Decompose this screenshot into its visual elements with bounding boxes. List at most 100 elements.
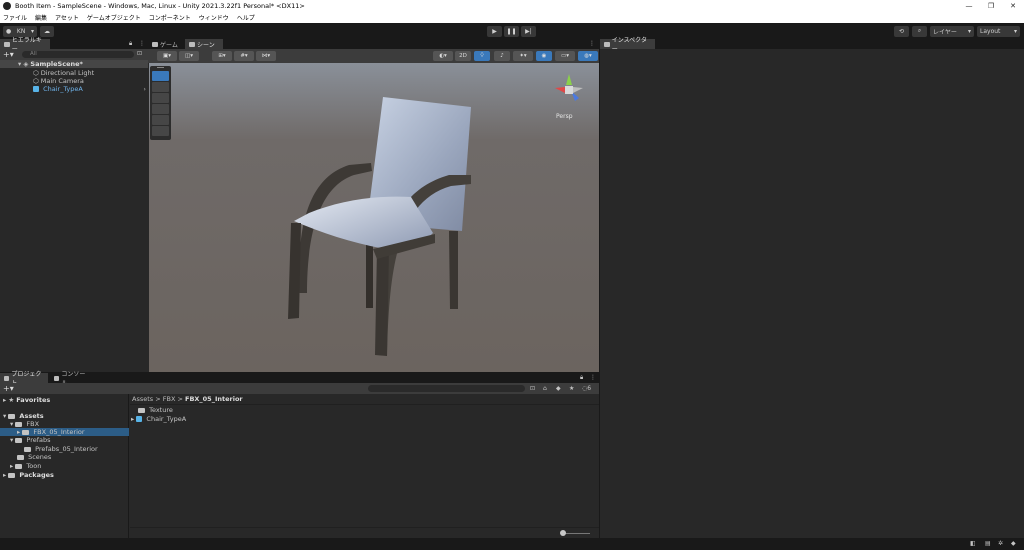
- view-tool-eye-icon[interactable]: [152, 71, 169, 81]
- menu-window[interactable]: ウィンドウ: [199, 13, 229, 22]
- scale-tool-icon[interactable]: [152, 104, 169, 114]
- search-button[interactable]: ⌕: [912, 25, 927, 37]
- menu-edit[interactable]: 編集: [35, 13, 47, 22]
- layout-dropdown[interactable]: Layout ▾: [977, 25, 1020, 37]
- lock-icon[interactable]: 🔒︎: [580, 374, 583, 382]
- step-button[interactable]: ▶|: [521, 25, 536, 37]
- camera-settings-dropdown[interactable]: ▭▾: [555, 51, 575, 61]
- hidden-packages-icon[interactable]: ◌6: [582, 385, 591, 392]
- close-button[interactable]: ✕: [1002, 2, 1024, 10]
- tab-console[interactable]: コンソール: [50, 371, 92, 387]
- favorite-icon[interactable]: ★: [569, 385, 574, 392]
- grid-snapping-dropdown[interactable]: #▾: [234, 51, 254, 61]
- lighting-toggle-icon[interactable]: 💡︎: [474, 51, 490, 61]
- scene-viewport[interactable]: Persp: [149, 63, 599, 372]
- rotate-tool-icon[interactable]: [152, 93, 169, 103]
- effects-dropdown[interactable]: ✦▾: [513, 51, 533, 61]
- hierarchy-item-main-camera[interactable]: ⬡ Main Camera: [33, 77, 84, 85]
- hierarchy-search-input[interactable]: All: [22, 51, 134, 58]
- folder-fbx[interactable]: ▾ FBX: [10, 420, 39, 428]
- hierarchy-item-chair[interactable]: Chair_TypeA ›: [33, 85, 146, 93]
- packages-row[interactable]: ▸ Packages: [3, 471, 54, 479]
- breadcrumb-current[interactable]: FBX_05_Interior: [185, 395, 243, 403]
- shading-mode-dropdown[interactable]: ◐▾: [433, 51, 453, 61]
- hierarchy-item-directional-light[interactable]: ⬡ Directional Light: [33, 69, 94, 77]
- assets-row[interactable]: ▾ Assets: [3, 412, 44, 420]
- tab-hierarchy[interactable]: ヒエラルキー: [0, 37, 50, 53]
- increment-snap-dropdown[interactable]: ⋈▾: [256, 51, 276, 61]
- scene-row[interactable]: ▾ ◈ SampleScene*: [0, 60, 148, 68]
- slider-handle[interactable]: [560, 530, 566, 536]
- filter-icon[interactable]: ⊡: [137, 50, 142, 57]
- expand-arrow-icon[interactable]: ▸: [3, 471, 6, 479]
- tag-icon[interactable]: ◆: [556, 385, 561, 392]
- favorites-row[interactable]: ▸ ★ Favorites: [3, 396, 50, 404]
- chevron-right-icon[interactable]: ›: [143, 85, 146, 93]
- search-by-type-icon[interactable]: ⊡: [530, 385, 535, 392]
- maximize-button[interactable]: ❐: [980, 2, 1002, 10]
- search-by-label-icon[interactable]: ⌂: [543, 385, 547, 392]
- tab-game[interactable]: ゲーム: [148, 39, 183, 49]
- pause-button[interactable]: ❚❚: [504, 25, 519, 37]
- chevron-down-icon: ▾: [30, 27, 34, 35]
- transform-tools-dropdown[interactable]: ⊞▾: [212, 51, 232, 61]
- breadcrumb-fbx[interactable]: FBX: [163, 395, 176, 403]
- folder-prefabs-05-interior[interactable]: Prefabs_05_Interior: [24, 445, 98, 453]
- move-tool-icon[interactable]: [152, 82, 169, 92]
- progress-icon[interactable]: ◧: [970, 540, 976, 547]
- icon-size-slider[interactable]: [562, 533, 590, 534]
- more-menu-icon[interactable]: ⋮: [590, 374, 596, 381]
- expand-arrow-icon[interactable]: ▾: [10, 436, 13, 444]
- expand-arrow-icon[interactable]: ▸: [10, 462, 13, 470]
- transform-tool-icon[interactable]: [152, 126, 169, 136]
- draw-mode-dropdown[interactable]: ▣▾: [157, 51, 177, 61]
- menu-help[interactable]: ヘルプ: [237, 13, 255, 22]
- folder-fbx-05-interior[interactable]: ▸ FBX_05_Interior: [0, 428, 129, 436]
- play-button[interactable]: ▶: [487, 25, 502, 37]
- drag-handle[interactable]: [157, 67, 164, 68]
- menu-component[interactable]: コンポーネント: [149, 13, 191, 22]
- menu-file[interactable]: ファイル: [3, 13, 27, 22]
- tab-scene[interactable]: シーン: [185, 39, 223, 49]
- more-menu-icon[interactable]: ⋮: [589, 40, 595, 47]
- minimize-button[interactable]: —: [958, 2, 980, 10]
- more-menu-icon[interactable]: ⋮: [139, 40, 145, 47]
- tab-project[interactable]: プロジェクト: [0, 371, 48, 387]
- breadcrumb-assets[interactable]: Assets: [132, 395, 153, 403]
- folder-label: Scenes: [28, 453, 52, 461]
- debug-mode-icon[interactable]: ✲: [998, 540, 1003, 547]
- menu-assets[interactable]: アセット: [55, 13, 79, 22]
- expand-arrow-icon[interactable]: ▾: [10, 420, 13, 428]
- add-button[interactable]: +▾: [3, 49, 14, 60]
- create-button[interactable]: +▾: [3, 383, 14, 394]
- history-button[interactable]: ⟲: [894, 25, 909, 37]
- toggle-2d-button[interactable]: 2D: [455, 51, 471, 61]
- lock-icon[interactable]: 🔒︎: [129, 40, 132, 48]
- expand-arrow-icon[interactable]: ▸: [3, 396, 6, 404]
- rect-tool-icon[interactable]: [152, 115, 169, 125]
- chair-model[interactable]: [149, 63, 599, 372]
- audio-toggle-icon[interactable]: ♪: [494, 51, 510, 61]
- list-item-chair-fbx[interactable]: ▸ Chair_TypeA: [131, 415, 186, 423]
- tag-icon[interactable]: ◆: [1011, 540, 1016, 547]
- list-item-texture[interactable]: Texture: [138, 406, 173, 414]
- folder-prefabs[interactable]: ▾ Prefabs: [10, 436, 51, 444]
- tab-inspector[interactable]: インスペクター: [600, 37, 655, 53]
- project-search-input[interactable]: [368, 385, 525, 392]
- orientation-gizmo-icon[interactable]: [549, 70, 589, 110]
- step-icon: ▶|: [525, 27, 532, 35]
- folder-scenes[interactable]: Scenes: [17, 453, 51, 461]
- hidden-objects-toggle-icon[interactable]: ◉: [536, 51, 552, 61]
- expand-arrow-icon[interactable]: ▸: [17, 428, 20, 436]
- cache-server-icon[interactable]: ▤: [985, 540, 991, 547]
- expand-arrow-icon[interactable]: ▾: [18, 60, 21, 68]
- menu-gameobject[interactable]: ゲームオブジェクト: [87, 13, 141, 22]
- view-options-dropdown[interactable]: ◫▾: [179, 51, 199, 61]
- gizmos-dropdown[interactable]: ◍▾: [578, 51, 598, 61]
- folder-toon[interactable]: ▸ Toon: [10, 462, 41, 470]
- expand-arrow-icon[interactable]: ▾: [3, 412, 6, 420]
- layers-dropdown[interactable]: レイヤー ▾: [930, 25, 974, 37]
- layers-label: レイヤー: [933, 28, 957, 36]
- expand-arrow-icon[interactable]: ▸: [131, 415, 134, 423]
- perspective-label[interactable]: Persp: [556, 113, 573, 120]
